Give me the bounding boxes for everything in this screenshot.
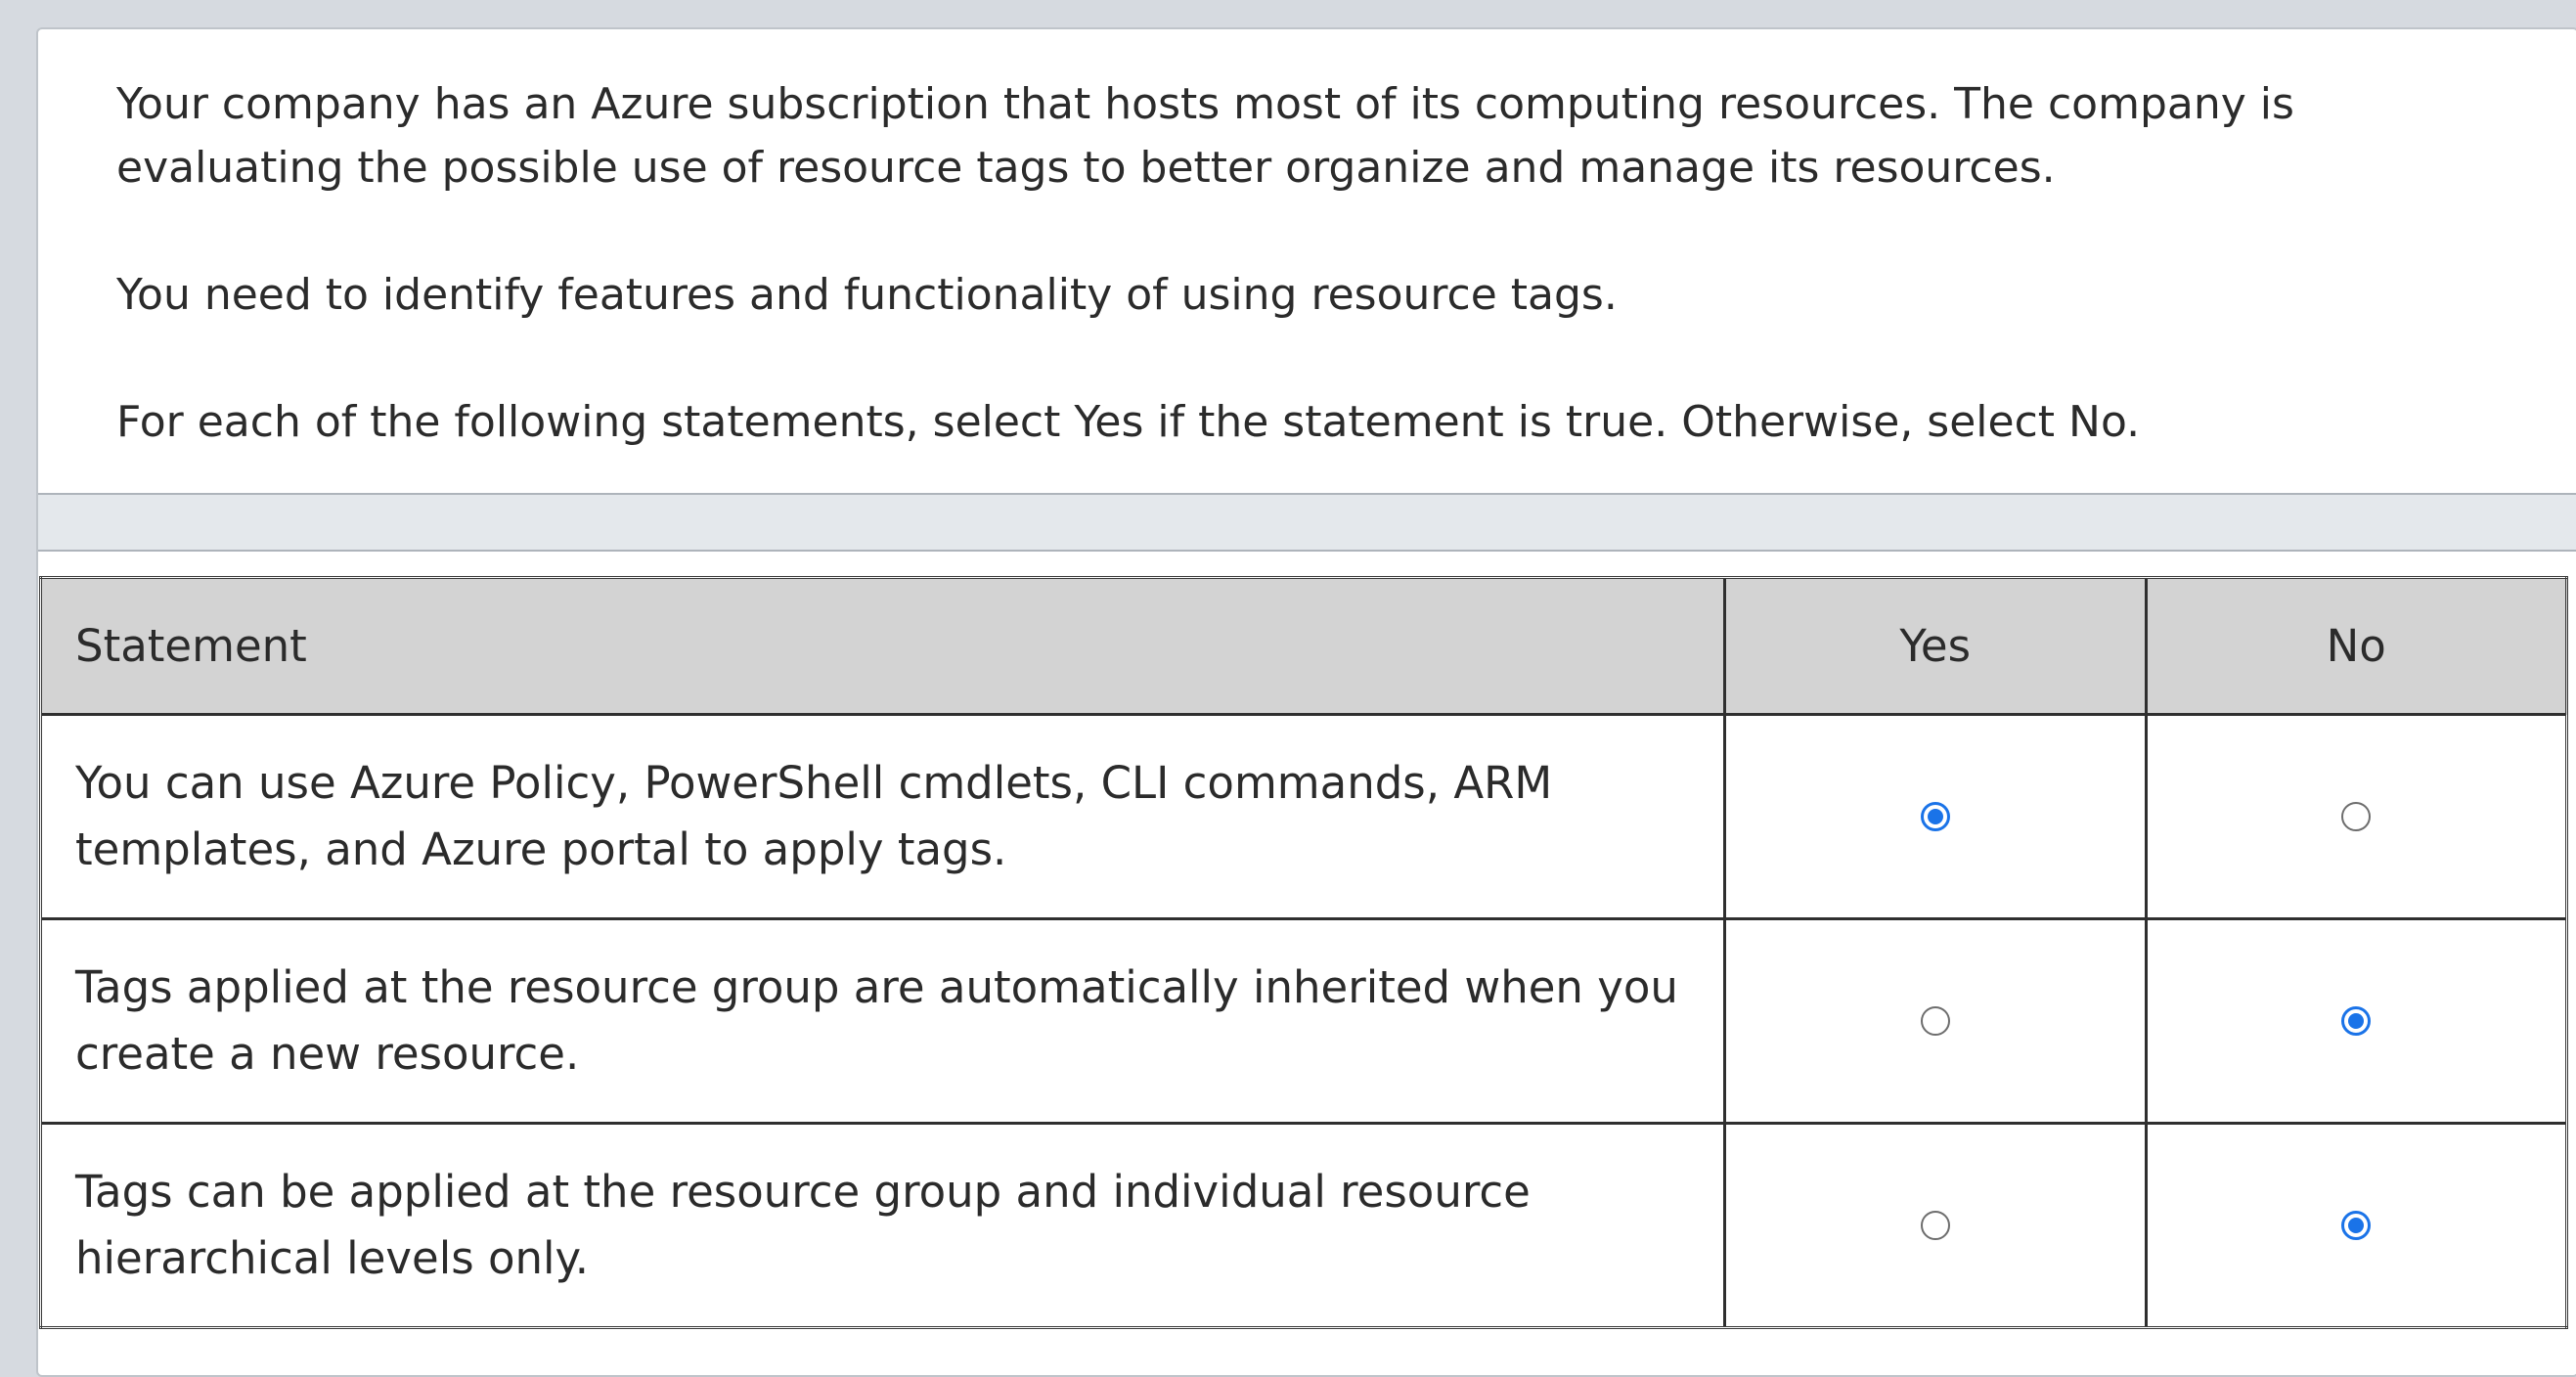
yes-radio[interactable] — [1920, 1211, 1950, 1240]
statement-text: You can use Azure Policy, PowerShell cmd… — [39, 713, 1726, 920]
statement-label: Tags can be applied at the resource grou… — [75, 1166, 1531, 1284]
yes-radio[interactable] — [1920, 802, 1950, 831]
no-cell — [2144, 917, 2568, 1125]
no-radio[interactable] — [2341, 802, 2372, 831]
statement-text: Tags can be applied at the resource grou… — [39, 1122, 1726, 1329]
statement-label: Tags applied at the resource group are a… — [75, 961, 1678, 1080]
yes-cell — [1723, 1122, 2148, 1329]
header-yes: Yes — [1723, 576, 2148, 716]
table-row: Tags can be applied at the resource grou… — [39, 1122, 2568, 1329]
header-statement: Statement — [39, 576, 1726, 716]
question-prompt: Your company has an Azure subscription t… — [116, 72, 2522, 454]
prompt-scenario: Your company has an Azure subscription t… — [116, 79, 2294, 193]
yes-radio[interactable] — [1920, 1006, 1950, 1036]
separator-band — [38, 493, 2576, 552]
table-row: You can use Azure Policy, PowerShell cmd… — [39, 713, 2568, 920]
no-cell — [2144, 713, 2568, 920]
statement-text: Tags applied at the resource group are a… — [39, 917, 1726, 1125]
table-header-row: Statement Yes No — [39, 576, 2568, 716]
prompt-instructions: For each of the following statements, se… — [116, 397, 2141, 447]
header-no: No — [2144, 576, 2568, 716]
yes-cell — [1723, 917, 2148, 1125]
statement-label: You can use Azure Policy, PowerShell cmd… — [75, 757, 1553, 875]
no-radio[interactable] — [2341, 1211, 2372, 1240]
no-radio[interactable] — [2341, 1006, 2372, 1036]
prompt-task: You need to identify features and functi… — [116, 270, 1618, 320]
no-cell — [2144, 1122, 2568, 1329]
question-panel: Your company has an Azure subscription t… — [36, 27, 2576, 1377]
answer-table: Statement Yes No You can use Azure Polic… — [39, 576, 2568, 1329]
table-row: Tags applied at the resource group are a… — [39, 917, 2568, 1125]
yes-cell — [1723, 713, 2148, 920]
